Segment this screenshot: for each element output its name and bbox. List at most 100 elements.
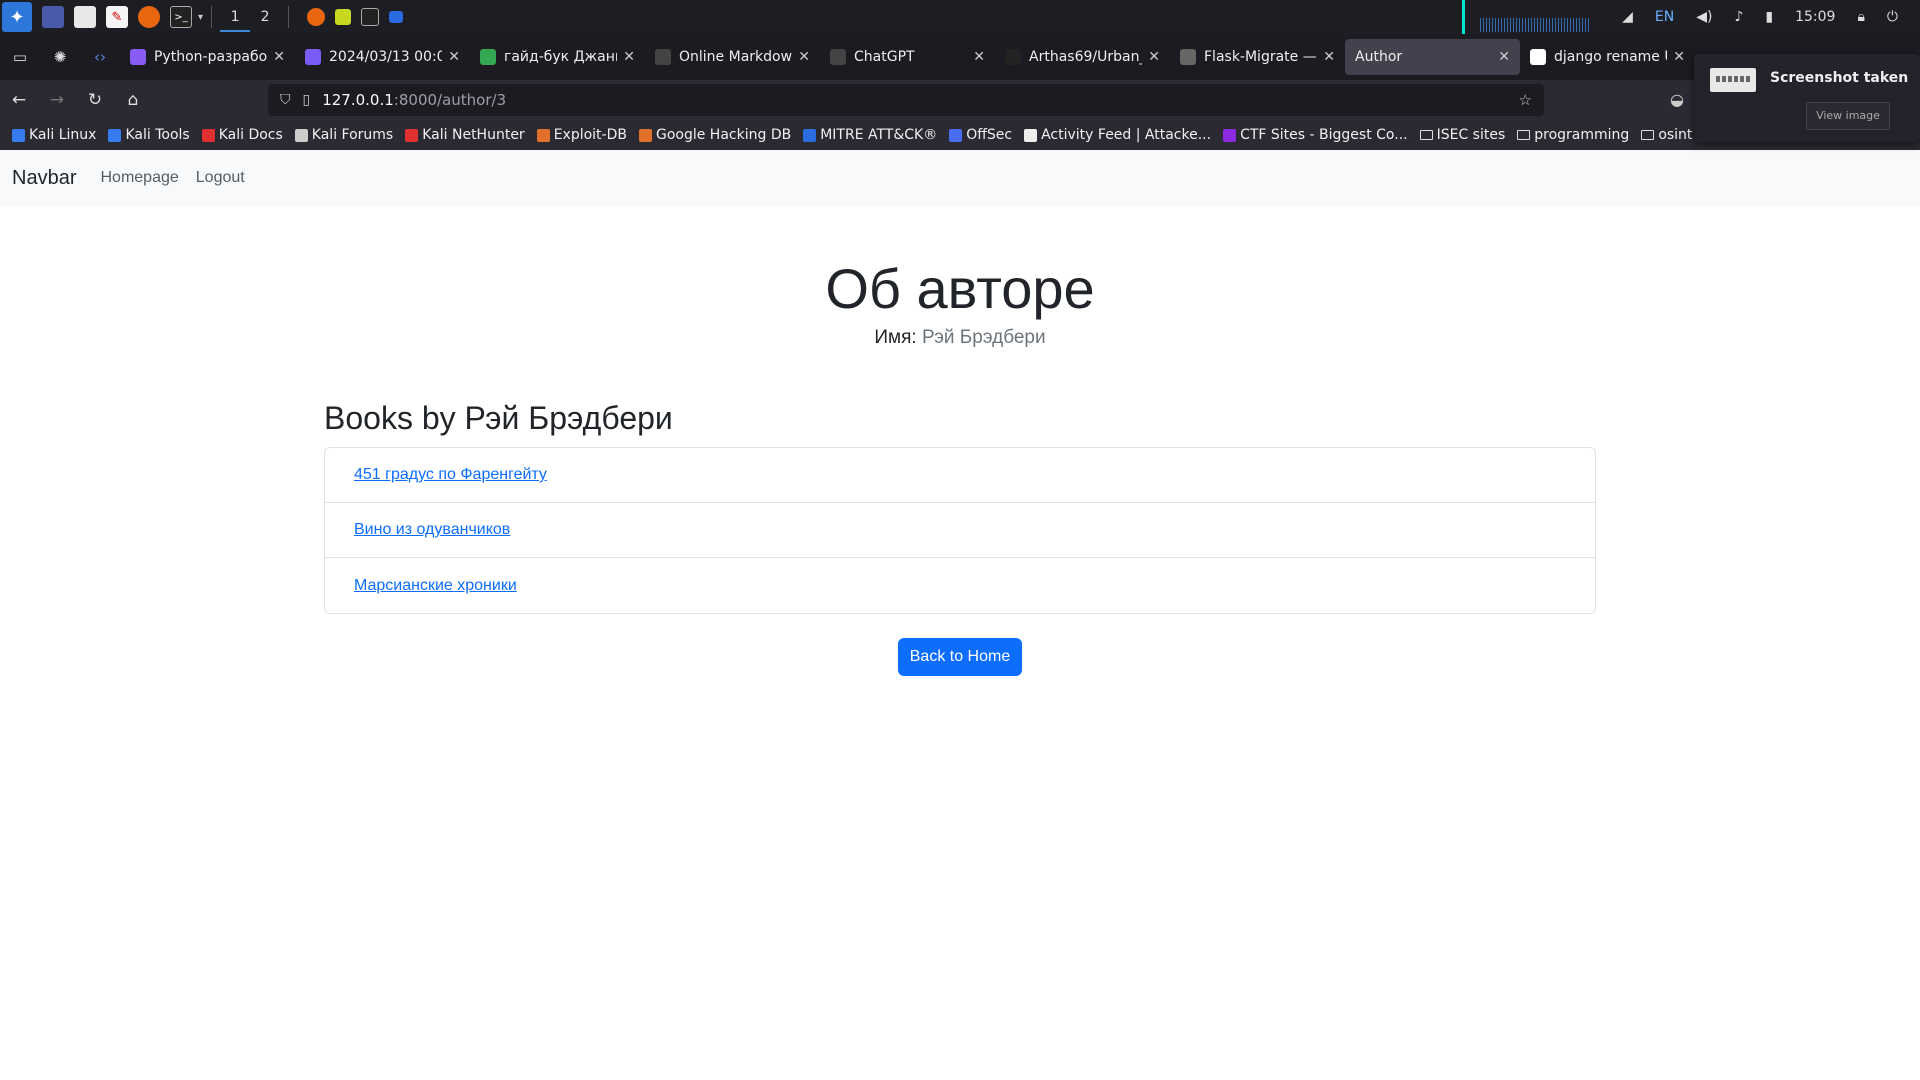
tab-1[interactable]: Python-разработ ✕ <box>120 39 295 75</box>
back-icon[interactable]: ← <box>0 80 38 120</box>
bookmark-4[interactable]: Kali Forums <box>294 127 394 143</box>
tab-title: Flask-Migrate — F <box>1204 49 1318 65</box>
lock-icon[interactable]: 🔒︎ <box>1857 9 1864 25</box>
desktop-icon[interactable] <box>42 6 64 28</box>
chevron-down-icon[interactable]: ▾ <box>198 12 203 23</box>
tab-9[interactable]: django rename Us ✕ <box>1520 39 1695 75</box>
tab-8[interactable]: Author ✕ <box>1345 39 1520 75</box>
screenshot-thumbnail[interactable] <box>1710 68 1756 92</box>
tab-2[interactable]: 2024/03/13 00:00 ✕ <box>295 39 470 75</box>
bookmark-favicon-icon <box>536 128 550 142</box>
firefox-icon[interactable] <box>138 6 160 28</box>
bookmark-favicon-icon <box>405 128 419 142</box>
bookmark-favicon-icon <box>201 128 215 142</box>
battery-icon[interactable]: ▮ <box>1765 9 1773 25</box>
bookmark-label: Kali Tools <box>125 127 190 143</box>
pocket-icon[interactable]: ◒ <box>1670 90 1684 109</box>
close-icon[interactable]: ✕ <box>798 49 810 65</box>
sync-icon[interactable]: ‹› <box>80 34 120 80</box>
bookmark-label: Kali Forums <box>311 127 394 143</box>
book-link-2[interactable]: Вино из одуванчиков <box>354 521 510 539</box>
bookmark-6[interactable]: Exploit-DB <box>536 127 627 143</box>
close-icon[interactable]: ✕ <box>623 49 635 65</box>
terminal-icon[interactable]: >_ <box>170 6 192 28</box>
bookmark-favicon-icon <box>803 128 817 142</box>
bookmark-label: Exploit-DB <box>553 127 627 143</box>
workspace-1[interactable]: 1 <box>220 2 251 32</box>
bookmark-label: ISEC sites <box>1436 127 1506 143</box>
power-icon[interactable]: ⏻ <box>1887 9 1898 25</box>
tab-5[interactable]: ChatGPT ✕ <box>820 39 995 75</box>
drive-icon <box>480 49 496 65</box>
firefox-window-icon[interactable] <box>307 8 326 26</box>
bookmark-1[interactable]: Kali Linux <box>12 127 96 143</box>
bookmark-2[interactable]: Kali Tools <box>108 127 190 143</box>
clock[interactable]: 15:09 <box>1795 9 1835 25</box>
bookmark-13[interactable]: programming <box>1517 127 1629 143</box>
volume-icon[interactable]: ◀) <box>1696 9 1712 25</box>
folder-icon <box>1517 130 1531 140</box>
forward-icon[interactable]: → <box>38 80 76 120</box>
site-navbar: Navbar Homepage Logout <box>0 150 1920 206</box>
close-icon[interactable]: ✕ <box>1673 49 1685 65</box>
tab-3[interactable]: гайд-бук Джанго ✕ <box>470 39 645 75</box>
bookmark-favicon-icon <box>12 128 25 142</box>
file-manager-icon[interactable] <box>74 6 96 28</box>
tab-overview-icon[interactable]: ▭ <box>0 34 40 80</box>
nav-link-homepage[interactable]: Homepage <box>100 169 178 187</box>
close-icon[interactable]: ✕ <box>973 49 985 65</box>
books-section: Books by Рэй Брэдбери 451 градус по Фаре… <box>324 400 1596 614</box>
close-icon[interactable]: ✕ <box>1323 49 1335 65</box>
bookmark-3[interactable]: Kali Docs <box>201 127 283 143</box>
reload-icon[interactable]: ↻ <box>76 80 114 120</box>
system-taskbar: ✦ ✎ >_ ▾ 1 2 ◢ EN ◀) ♪ ▮ 15:09 🔒︎ ⏻ <box>0 0 1920 34</box>
bookmark-star-icon[interactable]: ☆ <box>1519 91 1532 109</box>
notification-bell-icon[interactable]: ♪ <box>1734 9 1743 25</box>
page-icon: ▯ <box>302 92 311 108</box>
app-window-icon[interactable] <box>389 11 404 23</box>
close-icon[interactable]: ✕ <box>448 49 460 65</box>
workspace-2[interactable]: 2 <box>250 2 280 32</box>
author-name-line: Имя: Рэй Брэдбери <box>0 327 1920 349</box>
bookmark-8[interactable]: MITRE ATT&CK® <box>803 127 937 143</box>
kali-menu-icon[interactable]: ✦ <box>2 2 32 32</box>
nav-link-logout[interactable]: Logout <box>196 169 245 187</box>
divider <box>288 6 290 28</box>
tab-4[interactable]: Online Markdown ✕ <box>645 39 820 75</box>
bookmark-5[interactable]: Kali NetHunter <box>405 127 525 143</box>
network-icon[interactable]: ◢ <box>1622 9 1633 25</box>
text-editor-icon[interactable]: ✎ <box>106 6 128 28</box>
tab-6[interactable]: Arthas69/Urban_c ✕ <box>995 39 1170 75</box>
tab-title: Author <box>1355 49 1403 65</box>
cloud-icon <box>305 49 321 65</box>
shield-icon[interactable]: ⛉ <box>280 92 291 108</box>
bookmark-9[interactable]: OffSec <box>949 127 1012 143</box>
close-icon[interactable]: ✕ <box>1498 49 1510 65</box>
navbar-brand[interactable]: Navbar <box>12 167 76 190</box>
book-link-1[interactable]: 451 градус по Фаренгейту <box>354 466 547 484</box>
system-tray: ◢ EN ◀) ♪ ▮ 15:09 🔒︎ ⏻ <box>1462 0 1920 34</box>
back-to-home-button[interactable]: Back to Home <box>898 638 1022 676</box>
bookmark-label: Kali Linux <box>29 127 97 143</box>
tab-7[interactable]: Flask-Migrate — F ✕ <box>1170 39 1345 75</box>
close-icon[interactable]: ✕ <box>1148 49 1160 65</box>
url-bar[interactable]: ⛉ ▯ 127.0.0.1:8000/author/3 ☆ <box>268 84 1544 116</box>
terminal-window-icon[interactable] <box>361 8 380 26</box>
pycharm-icon[interactable] <box>335 9 352 25</box>
divider <box>211 6 213 28</box>
bookmark-12[interactable]: ISEC sites <box>1419 127 1506 143</box>
extension-icon[interactable]: ✺ <box>40 34 80 80</box>
page-title: Об авторе <box>825 257 1095 320</box>
view-image-button[interactable]: View image <box>1806 102 1890 130</box>
bookmark-7[interactable]: Google Hacking DB <box>638 127 791 143</box>
bookmark-11[interactable]: CTF Sites - Biggest Co... <box>1223 127 1408 143</box>
bookmark-10[interactable]: Activity Feed | Attacke... <box>1024 127 1211 143</box>
book-link-3[interactable]: Марсианские хроники <box>354 577 517 595</box>
google-icon <box>1530 49 1546 65</box>
home-icon[interactable]: ⌂ <box>114 80 152 120</box>
github-icon <box>1005 49 1021 65</box>
close-icon[interactable]: ✕ <box>273 49 285 65</box>
bookmark-14[interactable]: osint <box>1641 127 1692 143</box>
keyboard-layout[interactable]: EN <box>1655 9 1674 25</box>
tab-title: Arthas69/Urban_c <box>1029 49 1143 65</box>
